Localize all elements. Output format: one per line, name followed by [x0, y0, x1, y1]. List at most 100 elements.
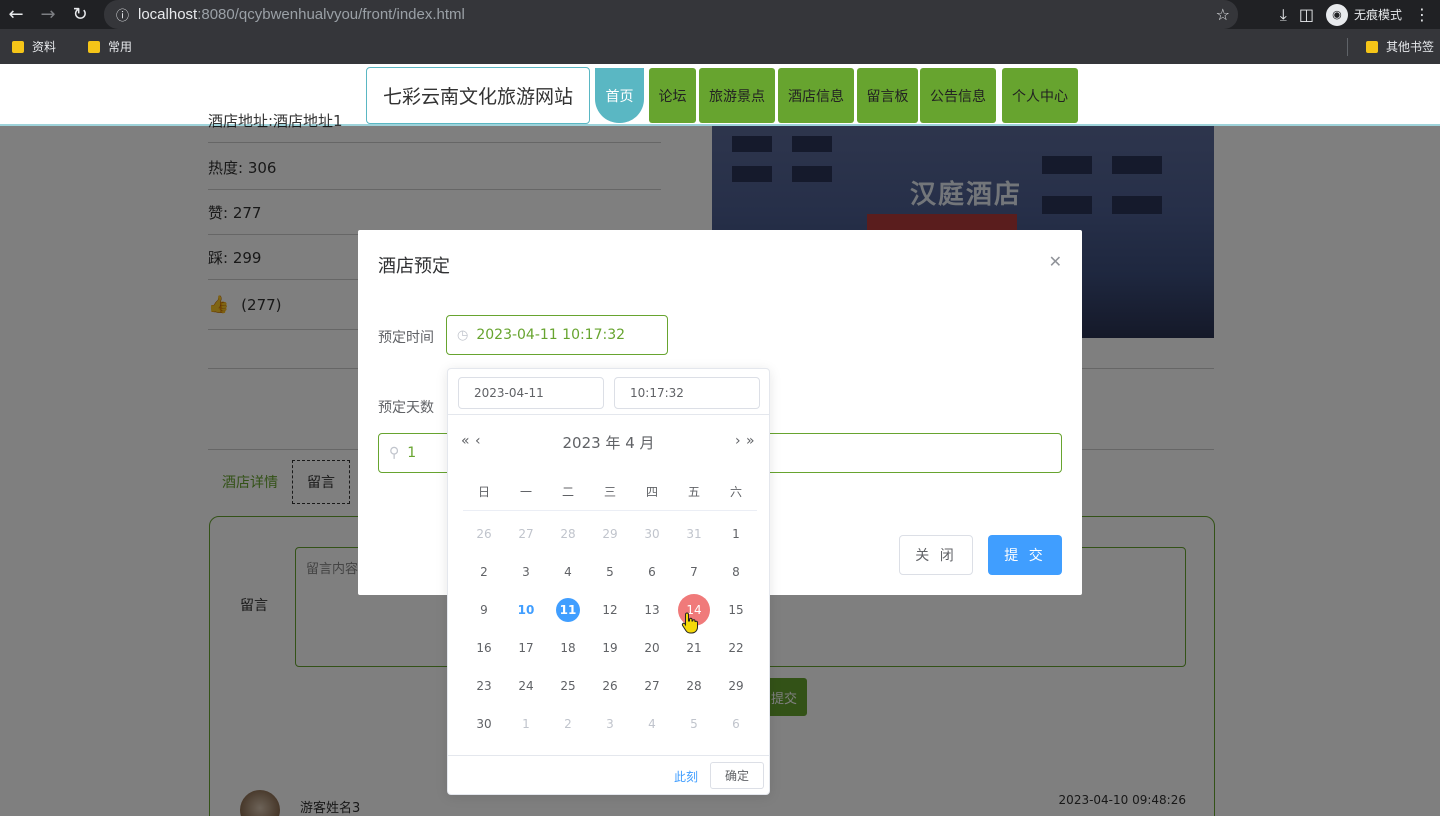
- forward-icon[interactable]: →: [32, 0, 64, 29]
- picker-header: 2023-04-11 10:17:32: [448, 369, 769, 415]
- now-link[interactable]: 此刻: [674, 768, 698, 785]
- calendar-day[interactable]: 20: [631, 636, 673, 660]
- other-bookmarks[interactable]: 其他书签: [1365, 38, 1434, 55]
- calendar-day[interactable]: 3: [589, 712, 631, 736]
- nav-announcements[interactable]: 公告信息: [920, 68, 996, 123]
- weekday: 二: [561, 485, 574, 499]
- nav-user-center[interactable]: 个人中心: [1002, 68, 1078, 123]
- calendar-day[interactable]: 2: [463, 560, 505, 584]
- calendar-day[interactable]: 29: [589, 522, 631, 546]
- nav-message-board[interactable]: 留言板: [857, 68, 918, 123]
- calendar-day[interactable]: 22: [715, 636, 757, 660]
- calendar-day[interactable]: 3: [505, 560, 547, 584]
- calendar-day[interactable]: 30: [631, 522, 673, 546]
- calendar-title[interactable]: 2023 年 4 月: [448, 432, 769, 453]
- calendar-day[interactable]: 5: [589, 560, 631, 584]
- calendar-day[interactable]: 6: [631, 560, 673, 584]
- folder-icon: [12, 40, 24, 53]
- bookmarks-bar: 资料 常用 其他书签: [0, 29, 1440, 64]
- calendar-day[interactable]: 4: [547, 560, 589, 584]
- bookmark-folder[interactable]: 资料: [12, 38, 56, 55]
- calendar-day[interactable]: 15: [715, 598, 757, 622]
- calendar-day[interactable]: 12: [589, 598, 631, 622]
- calendar-day[interactable]: 4: [631, 712, 673, 736]
- nav-hotels[interactable]: 酒店信息: [778, 68, 854, 123]
- datetime-picker: 2023-04-11 10:17:32 « ‹ 2023 年 4 月 › » 日…: [447, 368, 770, 795]
- nav-attractions[interactable]: 旅游景点: [699, 68, 775, 123]
- calendar-day[interactable]: 27: [505, 522, 547, 546]
- calendar-day[interactable]: 1: [715, 522, 757, 546]
- browser-toolbar: ← → ↻ ⓘ localhost:8080/qcybwenhualvyou/f…: [0, 0, 1440, 29]
- picker-footer: 此刻 确定: [448, 755, 769, 795]
- booking-days-label: 预定天数: [378, 400, 434, 416]
- calendar-day[interactable]: 24: [505, 674, 547, 698]
- site-info-icon[interactable]: ⓘ: [116, 5, 138, 24]
- calendar-day[interactable]: 19: [589, 636, 631, 660]
- hand-cursor-icon: [681, 612, 698, 634]
- calendar-day[interactable]: 1: [505, 712, 547, 736]
- booking-time-value: 2023-04-11 10:17:32: [476, 327, 626, 343]
- confirm-button[interactable]: 确定: [710, 762, 764, 789]
- calendar-day[interactable]: 16: [463, 636, 505, 660]
- calendar-day[interactable]: 28: [547, 522, 589, 546]
- calendar-day-today[interactable]: 10: [505, 598, 547, 622]
- weekday: 一: [519, 485, 532, 499]
- dialog-title: 酒店预定: [378, 256, 450, 277]
- bookmark-folder[interactable]: 常用: [88, 38, 132, 55]
- calendar-week: 9 10 11 12 13 14 15: [463, 591, 757, 629]
- calendar-day[interactable]: 9: [463, 598, 505, 622]
- submit-button[interactable]: 提 交: [988, 535, 1062, 575]
- next-year-icon[interactable]: »: [746, 433, 755, 449]
- incognito-indicator[interactable]: ◉ 无痕模式: [1325, 3, 1402, 26]
- weekday: 五: [687, 485, 700, 499]
- calendar-week: 30 1 2 3 4 5 6: [463, 705, 757, 743]
- calendar-day[interactable]: 30: [463, 712, 505, 736]
- calendar-day[interactable]: 7: [673, 560, 715, 584]
- booking-time-label: 预定时间: [378, 330, 434, 346]
- picker-time-field[interactable]: 10:17:32: [614, 377, 760, 409]
- calendar-day[interactable]: 28: [673, 674, 715, 698]
- calendar-day-selected[interactable]: 11: [547, 598, 589, 622]
- clock-icon: ◷: [457, 327, 469, 343]
- side-panel-icon[interactable]: ◫: [1299, 5, 1314, 24]
- back-icon[interactable]: ←: [0, 0, 32, 29]
- incognito-label: 无痕模式: [1353, 8, 1402, 22]
- incognito-icon: ◉: [1325, 3, 1348, 26]
- calendar-day[interactable]: 26: [589, 674, 631, 698]
- close-icon[interactable]: ✕: [1049, 252, 1062, 271]
- calendar-day[interactable]: 18: [547, 636, 589, 660]
- picker-date-field[interactable]: 2023-04-11: [458, 377, 604, 409]
- calendar-week: 23 24 25 26 27 28 29: [463, 667, 757, 705]
- weekday: 四: [645, 485, 658, 499]
- calendar-day[interactable]: 23: [463, 674, 505, 698]
- picker-arrow: [455, 361, 469, 368]
- weekday: 六: [729, 485, 742, 499]
- calendar-day[interactable]: 13: [631, 598, 673, 622]
- calendar-day[interactable]: 5: [673, 712, 715, 736]
- address-url[interactable]: localhost:8080/qcybwenhualvyou/front/ind…: [138, 6, 465, 23]
- calendar-day[interactable]: 26: [463, 522, 505, 546]
- download-icon[interactable]: ⤓: [1280, 5, 1287, 25]
- close-button[interactable]: 关 闭: [899, 535, 973, 575]
- calendar-week: 26 27 28 29 30 31 1: [463, 515, 757, 553]
- booking-time-input[interactable]: ◷ 2023-04-11 10:17:32: [446, 315, 668, 355]
- calendar-week: 2 3 4 5 6 7 8: [463, 553, 757, 591]
- address-bar[interactable]: ⓘ localhost:8080/qcybwenhualvyou/front/i…: [104, 0, 1238, 29]
- calendar-day[interactable]: 25: [547, 674, 589, 698]
- calendar-day[interactable]: 27: [631, 674, 673, 698]
- search-icon: ⚲: [389, 445, 400, 461]
- calendar-day[interactable]: 31: [673, 522, 715, 546]
- calendar-day[interactable]: 6: [715, 712, 757, 736]
- bookmarks-divider: [1347, 38, 1348, 56]
- calendar-day[interactable]: 2: [547, 712, 589, 736]
- calendar-day[interactable]: 21: [673, 636, 715, 660]
- calendar-day[interactable]: 17: [505, 636, 547, 660]
- calendar-day[interactable]: 29: [715, 674, 757, 698]
- next-month-icon[interactable]: ›: [735, 433, 741, 449]
- calendar-week: 16 17 18 19 20 21 22: [463, 629, 757, 667]
- reload-icon[interactable]: ↻: [64, 0, 96, 29]
- more-menu-icon[interactable]: ⋮: [1414, 5, 1430, 24]
- bookmark-star-icon[interactable]: ☆: [1216, 5, 1230, 24]
- weekday: 日: [477, 485, 490, 499]
- calendar-day[interactable]: 8: [715, 560, 757, 584]
